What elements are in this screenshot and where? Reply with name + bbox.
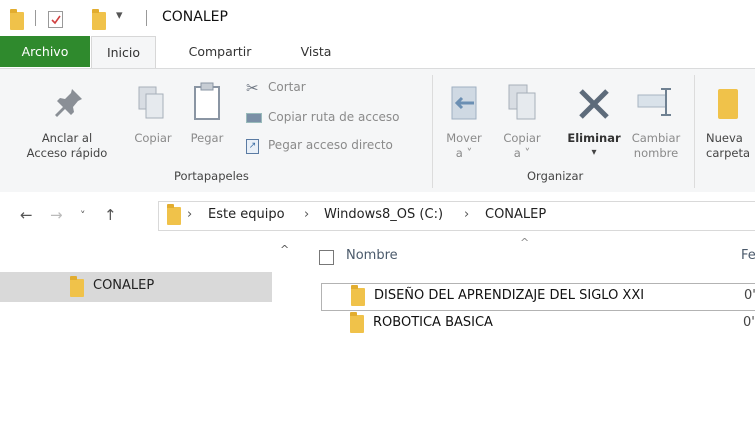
pin-quick-access-button[interactable]: Anclar al Acceso rápido (18, 75, 116, 169)
pin-icon (55, 89, 82, 117)
move-to-label-1: Mover (446, 131, 482, 145)
folder-icon (167, 204, 181, 225)
delete-button[interactable]: Eliminar ▾ (562, 75, 626, 169)
tab-vista[interactable]: Vista (286, 36, 346, 67)
ribbon: Anclar al Acceso rápido Copiar Pegar ✂ C… (0, 68, 755, 193)
scissors-icon: ✂ (246, 79, 259, 97)
copy-to-label-2: a ˅ (513, 146, 531, 160)
tab-archivo[interactable]: Archivo (0, 36, 90, 67)
paste-shortcut-button[interactable]: ↗ Pegar acceso directo (246, 137, 436, 157)
group-separator (432, 75, 433, 188)
folder-icon (10, 9, 24, 30)
recent-locations-chevron-icon[interactable]: ˅ (80, 209, 86, 222)
delete-label: Eliminar (567, 131, 621, 145)
copy-button[interactable]: Copiar (124, 75, 182, 169)
list-item-date: 0' (744, 288, 755, 303)
column-header-fecha[interactable]: Fe (741, 248, 755, 263)
move-to-button[interactable]: Mover a ˅ (440, 75, 488, 169)
customize-quick-access-icon[interactable]: ▾ (116, 8, 123, 23)
breadcrumb-conalep[interactable]: CONALEP (485, 207, 546, 222)
tab-compartir[interactable]: Compartir (165, 36, 275, 67)
new-folder-icon (718, 89, 738, 119)
tab-inicio[interactable]: Inicio (91, 36, 156, 69)
divider (35, 10, 36, 26)
copy-path-button[interactable]: Copiar ruta de acceso (246, 109, 436, 129)
new-folder-quick-icon[interactable] (92, 9, 106, 30)
breadcrumb-chevron-icon[interactable]: › (464, 207, 469, 222)
paste-button[interactable]: Pegar (184, 75, 230, 169)
pin-label-1: Anclar al (41, 131, 93, 145)
scroll-up-icon[interactable]: ^ (280, 243, 289, 256)
breadcrumb-este-equipo[interactable]: Este equipo (208, 207, 285, 222)
rename-icon (637, 88, 671, 116)
new-folder-label-2: carpeta (706, 146, 751, 160)
paste-label: Pegar (190, 131, 224, 145)
nav-item-label: CONALEP (93, 278, 155, 293)
folder-icon (350, 312, 364, 333)
delete-x-icon (579, 89, 609, 119)
up-arrow-icon[interactable]: ↑ (104, 206, 117, 224)
copy-icon (138, 86, 164, 119)
list-item-name: ROBOTICA BASICA (373, 315, 493, 330)
list-item-name: DISEÑO DEL APRENDIZAJE DEL SIGLO XXI (374, 288, 645, 303)
back-arrow-icon[interactable]: ← (20, 206, 33, 224)
column-header-nombre[interactable]: Nombre (346, 248, 398, 263)
copy-label: Copiar (134, 131, 172, 145)
group-separator (694, 75, 695, 188)
select-all-checkbox[interactable] (319, 250, 334, 265)
move-to-label-2: a ˅ (455, 146, 473, 160)
ribbon-tabs: Archivo Inicio Compartir Vista (0, 36, 755, 69)
folder-icon (70, 276, 84, 297)
folder-icon (351, 285, 365, 306)
copy-path-label: Copiar ruta de acceso (268, 110, 400, 124)
breadcrumb-chevron-icon[interactable]: › (187, 207, 192, 222)
copy-to-label-1: Copiar (503, 131, 541, 145)
sort-ascending-icon: ^ (520, 236, 530, 249)
shortcut-icon: ↗ (246, 139, 259, 154)
rename-label-2: nombre (633, 146, 679, 160)
clipboard-icon (194, 82, 220, 120)
title-bar: ▾ CONALEP (0, 0, 755, 36)
list-item-date: 0' (743, 315, 755, 330)
breadcrumb-drive[interactable]: Windows8_OS (C:) (324, 207, 443, 222)
window-title: CONALEP (162, 9, 228, 25)
copy-to-button[interactable]: Copiar a ˅ (494, 75, 550, 169)
rename-label-1: Cambiar (631, 131, 681, 145)
breadcrumb-chevron-icon[interactable]: › (304, 207, 309, 222)
navigation-pane (0, 240, 287, 440)
new-folder-label-1: Nueva (706, 131, 743, 145)
group-organize-label: Organizar (527, 169, 584, 183)
move-to-icon (451, 86, 477, 120)
group-clipboard-label: Portapapeles (174, 169, 249, 183)
copy-to-icon (508, 84, 536, 120)
pin-label-2: Acceso rápido (26, 146, 108, 160)
properties-icon[interactable] (48, 11, 63, 28)
path-icon (246, 113, 262, 123)
new-folder-button[interactable]: Nueva carpeta (700, 75, 755, 169)
forward-arrow-icon[interactable]: → (50, 206, 63, 224)
list-item[interactable]: DISEÑO DEL APRENDIZAJE DEL SIGLO XXI 0' (321, 283, 755, 311)
list-item[interactable]: ROBOTICA BASICA 0' (321, 311, 755, 337)
delete-dropdown-arrow: ▾ (591, 147, 597, 158)
cut-label: Cortar (268, 80, 306, 94)
paste-shortcut-label: Pegar acceso directo (268, 138, 393, 152)
rename-button[interactable]: Cambiar nombre (626, 75, 686, 169)
cut-button[interactable]: ✂ Cortar (246, 79, 426, 99)
divider (146, 10, 147, 26)
